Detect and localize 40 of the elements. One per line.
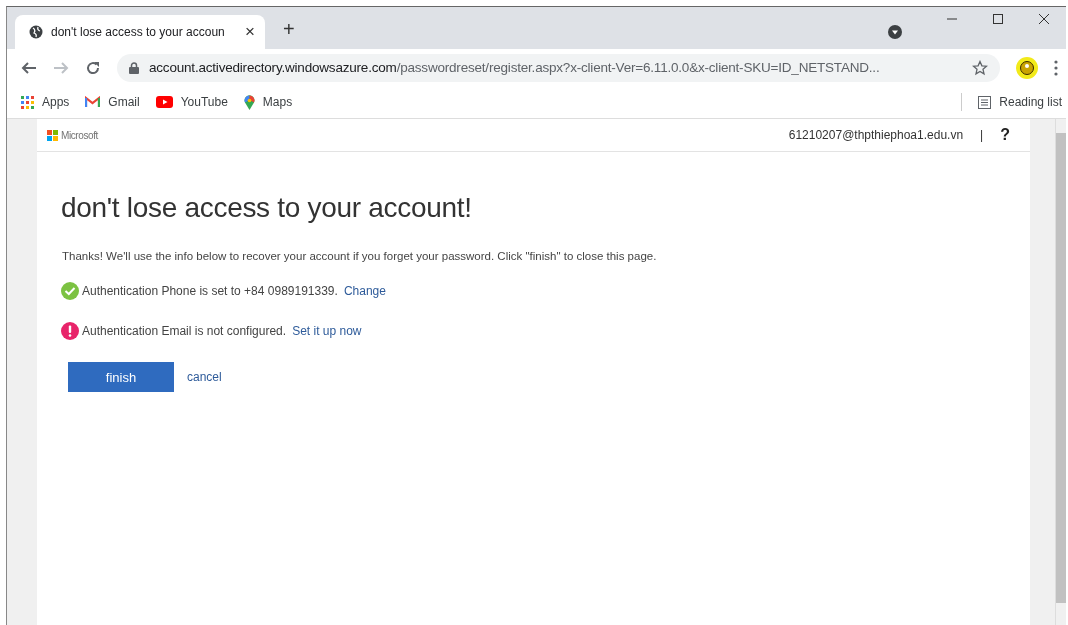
- address-bar[interactable]: account.activedirectory.windowsazure.com/passwordreset/register.aspx?x-client-Ver=6.11.0.0&x-client-SKU=ID_NETSTAND...: [117, 53, 1000, 82]
- close-icon[interactable]: [1038, 13, 1050, 25]
- scrollbar[interactable]: [1055, 119, 1066, 625]
- play-icon: [155, 96, 173, 108]
- exclamation-icon: [61, 322, 79, 340]
- dropdown-icon[interactable]: [888, 25, 902, 39]
- bookmark-item[interactable]: YouTube: [155, 95, 228, 109]
- lock-icon: [129, 61, 139, 74]
- bookmark-item[interactable]: Gmail: [85, 95, 140, 109]
- envelope-m-icon: [85, 96, 101, 108]
- star-icon[interactable]: [972, 59, 988, 76]
- profile-avatar-icon[interactable]: [1016, 56, 1038, 79]
- maximize-icon[interactable]: [992, 13, 1004, 25]
- list-icon: [978, 95, 992, 109]
- checkmark-icon: [61, 282, 79, 300]
- intro-text: Thanks! We'll use the info below to recover your account if you forget your password. Click "finish" to close this page.: [62, 250, 658, 262]
- microsoft-logo-icon: [47, 129, 58, 141]
- method-status-text: Authentication Email is not configured.: [82, 324, 287, 338]
- bookmark-item[interactable]: Maps: [243, 94, 293, 110]
- back-arrow-icon[interactable]: [21, 59, 37, 76]
- method-status-text: Authentication Phone is set to +84 0989191339.: [82, 284, 338, 298]
- separator-text: |: [980, 128, 984, 142]
- help-link[interactable]: ?: [1000, 126, 1010, 144]
- menu-icon[interactable]: [1054, 59, 1058, 76]
- new-tab-button[interactable]: +: [283, 18, 295, 41]
- page-heading: don't lose access to your account!: [61, 192, 473, 224]
- cancel-link[interactable]: cancel: [187, 370, 222, 384]
- finish-button[interactable]: finish: [68, 362, 174, 392]
- map-pin-icon: [243, 94, 255, 110]
- brand-name: Microsoft: [61, 129, 98, 141]
- grid-icon: [21, 95, 34, 109]
- browser-tab[interactable]: don't lose access to your accoun ×: [15, 15, 265, 49]
- method-link[interactable]: Set it up now: [292, 324, 362, 338]
- tab-close-button[interactable]: ×: [245, 22, 255, 42]
- globe-icon: [29, 25, 43, 39]
- method-link[interactable]: Change: [343, 284, 386, 298]
- user-email: 61210207@thpthiephoa1.edu.vn: [788, 128, 964, 142]
- reload-icon[interactable]: [85, 59, 101, 76]
- bookmark-item[interactable]: Apps: [21, 95, 70, 109]
- reading-list-button[interactable]: Reading list: [978, 95, 1062, 109]
